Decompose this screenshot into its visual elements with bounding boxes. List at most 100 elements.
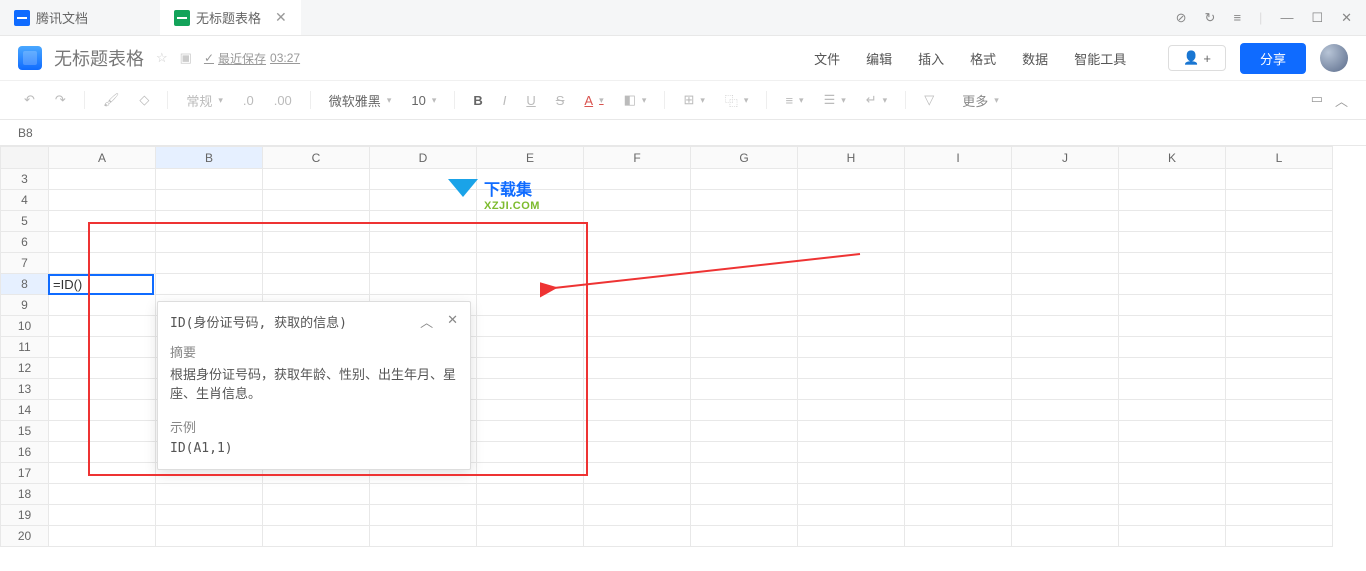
cell[interactable]	[49, 463, 156, 484]
tab-home[interactable]: 腾讯文档	[0, 0, 160, 35]
menu-format[interactable]: 格式	[970, 49, 996, 68]
cell[interactable]	[49, 379, 156, 400]
cell[interactable]	[156, 484, 263, 505]
cell[interactable]	[1119, 484, 1226, 505]
cell[interactable]	[905, 316, 1012, 337]
cell[interactable]	[798, 274, 905, 295]
cell[interactable]	[905, 526, 1012, 547]
cell[interactable]	[1012, 358, 1119, 379]
menu-file[interactable]: 文件	[814, 49, 840, 68]
cell[interactable]	[477, 463, 584, 484]
cell[interactable]	[584, 190, 691, 211]
row-header[interactable]: 4	[1, 190, 49, 211]
redo-button[interactable]: ↷	[49, 88, 72, 112]
refresh-icon[interactable]: ↻	[1205, 10, 1216, 26]
cell[interactable]	[263, 232, 370, 253]
cell[interactable]	[798, 232, 905, 253]
cell[interactable]	[584, 295, 691, 316]
tooltip-close-icon[interactable]: ✕	[447, 312, 458, 331]
cell[interactable]	[263, 190, 370, 211]
cell[interactable]	[156, 211, 263, 232]
cell[interactable]	[49, 337, 156, 358]
cell[interactable]	[798, 358, 905, 379]
cell[interactable]	[798, 337, 905, 358]
tab-close-icon[interactable]: ✕	[275, 9, 287, 26]
cell[interactable]	[905, 337, 1012, 358]
cell[interactable]	[370, 274, 477, 295]
cell[interactable]	[584, 442, 691, 463]
cell[interactable]	[1012, 274, 1119, 295]
cell[interactable]	[905, 442, 1012, 463]
cell[interactable]	[156, 169, 263, 190]
cell[interactable]	[477, 358, 584, 379]
col-header[interactable]: B	[156, 147, 263, 169]
cell[interactable]	[1012, 484, 1119, 505]
cell[interactable]	[798, 190, 905, 211]
cell[interactable]	[49, 169, 156, 190]
cell[interactable]	[1012, 463, 1119, 484]
row-header[interactable]: 20	[1, 526, 49, 547]
font-color-button[interactable]: A	[578, 89, 609, 112]
cell[interactable]	[1012, 337, 1119, 358]
cell[interactable]	[584, 211, 691, 232]
cell[interactable]	[691, 337, 798, 358]
cell[interactable]	[905, 505, 1012, 526]
cell[interactable]	[477, 337, 584, 358]
cell[interactable]	[1226, 232, 1333, 253]
cell[interactable]	[1226, 505, 1333, 526]
cell[interactable]	[905, 253, 1012, 274]
cell[interactable]	[584, 484, 691, 505]
cell[interactable]	[477, 442, 584, 463]
cell[interactable]	[1119, 211, 1226, 232]
cell[interactable]	[798, 505, 905, 526]
cell[interactable]	[370, 526, 477, 547]
font-family-select[interactable]: 微软雅黑	[323, 87, 398, 114]
cell[interactable]	[49, 295, 156, 316]
cell[interactable]	[477, 253, 584, 274]
doc-title[interactable]: 无标题表格	[54, 45, 144, 71]
cell[interactable]	[1012, 295, 1119, 316]
cell[interactable]	[584, 274, 691, 295]
col-header[interactable]: G	[691, 147, 798, 169]
cell[interactable]	[1012, 379, 1119, 400]
cell[interactable]	[1119, 400, 1226, 421]
cell[interactable]	[49, 211, 156, 232]
cell[interactable]	[49, 400, 156, 421]
row-header[interactable]: 18	[1, 484, 49, 505]
cell[interactable]	[477, 169, 584, 190]
h-align-button[interactable]: ≡	[779, 89, 809, 112]
cell[interactable]	[1119, 190, 1226, 211]
cell[interactable]	[477, 400, 584, 421]
folder-icon[interactable]: ▣	[180, 50, 192, 66]
row-header[interactable]: 8	[1, 274, 49, 295]
row-header[interactable]: 3	[1, 169, 49, 190]
row-header[interactable]: 9	[1, 295, 49, 316]
cell[interactable]	[691, 274, 798, 295]
cell[interactable]	[584, 379, 691, 400]
cell[interactable]	[584, 316, 691, 337]
cell[interactable]	[477, 505, 584, 526]
cell[interactable]	[691, 526, 798, 547]
cell[interactable]	[477, 421, 584, 442]
cell[interactable]	[584, 169, 691, 190]
cell[interactable]	[584, 232, 691, 253]
cell[interactable]	[156, 232, 263, 253]
bold-button[interactable]: B	[467, 89, 488, 112]
cell[interactable]	[1012, 253, 1119, 274]
cell[interactable]	[370, 232, 477, 253]
minimize-icon[interactable]: —	[1280, 10, 1293, 25]
cell[interactable]	[691, 442, 798, 463]
cell[interactable]	[905, 463, 1012, 484]
cell[interactable]	[156, 190, 263, 211]
block-icon[interactable]: ⊘	[1176, 10, 1187, 26]
cell[interactable]	[49, 526, 156, 547]
menu-edit[interactable]: 编辑	[866, 49, 892, 68]
cell[interactable]	[1226, 358, 1333, 379]
cell[interactable]	[691, 463, 798, 484]
tooltip-collapse-icon[interactable]: ︿	[420, 312, 433, 331]
cell[interactable]	[1012, 190, 1119, 211]
cell[interactable]	[477, 190, 584, 211]
merge-cells-button[interactable]: ⿻	[719, 87, 755, 114]
cell[interactable]	[1119, 232, 1226, 253]
strikethrough-button[interactable]: S	[550, 89, 571, 112]
